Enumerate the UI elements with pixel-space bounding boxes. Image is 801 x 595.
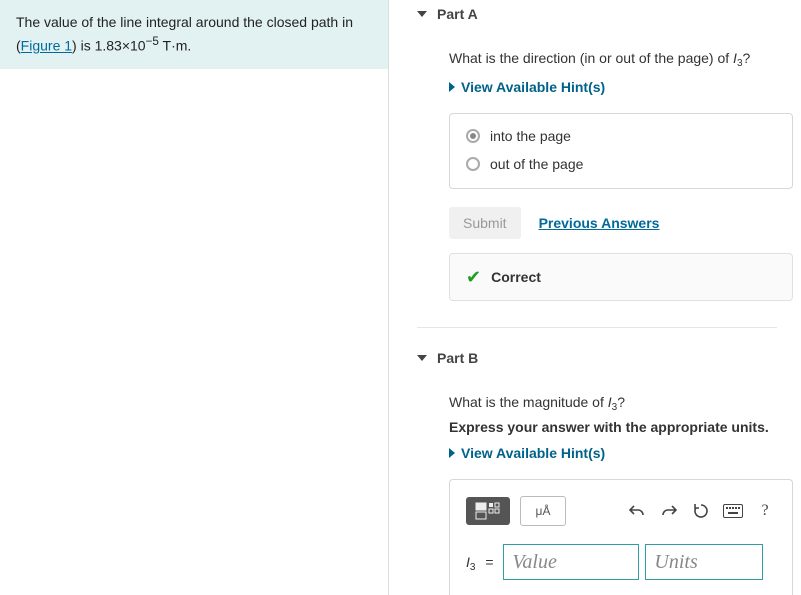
- part-a-header[interactable]: Part A: [417, 0, 777, 30]
- undo-button[interactable]: [626, 500, 648, 522]
- part-b-hints-toggle[interactable]: View Available Hint(s): [449, 445, 777, 461]
- reset-button[interactable]: [690, 500, 712, 522]
- prompt-text-2: ) is 1.83×10: [72, 38, 146, 54]
- units-input[interactable]: Units: [645, 544, 763, 580]
- part-a-question: What is the direction (in or out of the …: [449, 48, 777, 69]
- part-b-label: Part B: [437, 350, 478, 366]
- option-out-of-page[interactable]: out of the page: [466, 156, 776, 172]
- part-b-instructions: Express your answer with the appropriate…: [449, 419, 777, 435]
- problem-prompt: The value of the line integral around th…: [0, 0, 388, 69]
- reset-icon: [692, 502, 710, 520]
- part-b-header[interactable]: Part B: [417, 344, 777, 374]
- templates-button[interactable]: [466, 497, 510, 525]
- option-label: out of the page: [490, 156, 583, 172]
- value-input[interactable]: Value: [503, 544, 639, 580]
- radio-icon: [466, 157, 480, 171]
- part-a-options: into the page out of the page: [449, 113, 793, 189]
- redo-button[interactable]: [658, 500, 680, 522]
- help-button[interactable]: ?: [754, 500, 776, 522]
- special-chars-button[interactable]: μÅ: [520, 496, 566, 526]
- answer-toolbar: μÅ ?: [466, 496, 776, 526]
- keyboard-icon: [723, 504, 743, 518]
- chevron-right-icon: [449, 82, 455, 92]
- part-a-feedback: ✔ Correct: [449, 253, 793, 301]
- option-into-page[interactable]: into the page: [466, 128, 776, 144]
- submit-button[interactable]: Submit: [449, 207, 521, 239]
- templates-icon: [475, 502, 501, 520]
- chevron-down-icon: [417, 11, 427, 17]
- prompt-exponent: −5: [146, 35, 159, 48]
- feedback-text: Correct: [491, 269, 541, 285]
- keyboard-button[interactable]: [722, 500, 744, 522]
- chevron-down-icon: [417, 355, 427, 361]
- part-b-answer-box: μÅ ? I3: [449, 479, 793, 595]
- figure-link[interactable]: Figure 1: [21, 38, 72, 54]
- check-icon: ✔: [466, 268, 481, 286]
- part-divider: [417, 327, 777, 328]
- part-b-question: What is the magnitude of I3?: [449, 392, 777, 413]
- option-label: into the page: [490, 128, 571, 144]
- undo-icon: [628, 503, 646, 519]
- hints-label: View Available Hint(s): [461, 79, 605, 95]
- previous-answers-link[interactable]: Previous Answers: [539, 215, 660, 231]
- part-a-label: Part A: [437, 6, 478, 22]
- radio-icon: [466, 129, 480, 143]
- equals-sign: =: [481, 554, 497, 570]
- part-a-hints-toggle[interactable]: View Available Hint(s): [449, 79, 777, 95]
- chevron-right-icon: [449, 448, 455, 458]
- answer-variable: I3: [466, 554, 475, 570]
- redo-icon: [660, 503, 678, 519]
- prompt-units: T·m.: [159, 38, 191, 54]
- hints-label: View Available Hint(s): [461, 445, 605, 461]
